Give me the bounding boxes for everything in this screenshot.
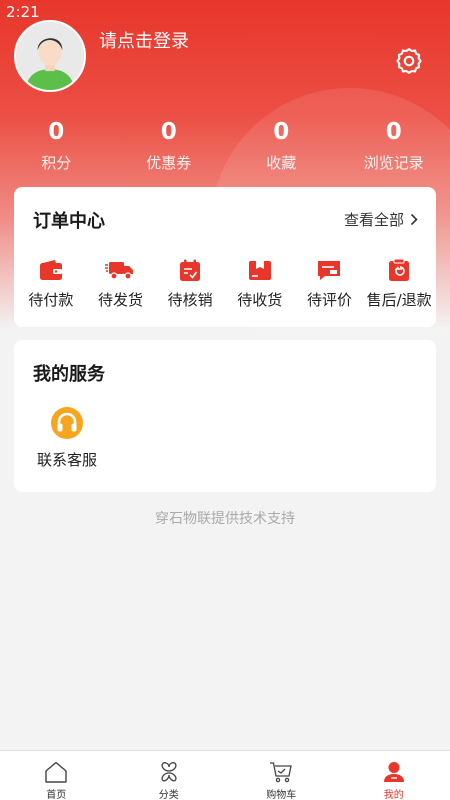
category-icon <box>113 760 226 784</box>
view-all-orders-link[interactable]: 查看全部 <box>344 209 418 230</box>
my-services-title: 我的服务 <box>33 364 105 385</box>
order-item-pending-receipt[interactable]: 待收货 <box>226 257 294 310</box>
service-item-customer-support[interactable]: 联系客服 <box>34 406 100 470</box>
stat-label: 积分 <box>41 154 72 172</box>
calendar-check-icon <box>156 257 224 283</box>
stat-points[interactable]: 0 积分 <box>0 116 113 173</box>
order-item-pending-shipment[interactable]: 待发货 <box>86 257 154 310</box>
order-item-pending-payment[interactable]: 待付款 <box>17 257 85 310</box>
tab-mine[interactable]: 我的 <box>338 751 450 800</box>
stat-value: 0 <box>160 119 177 145</box>
tab-label: 首页 <box>46 790 67 800</box>
tab-label: 购物车 <box>266 790 297 800</box>
stat-coupons[interactable]: 0 优惠券 <box>113 116 226 173</box>
tab-cart[interactable]: 购物车 <box>225 751 338 800</box>
service-item-label: 联系客服 <box>36 451 97 469</box>
headset-icon <box>34 406 100 442</box>
avatar-image <box>16 22 84 90</box>
wallet-icon <box>17 257 85 283</box>
bottom-tab-bar: 首页 分类 购物车 我的 <box>0 750 450 800</box>
comment-icon <box>295 257 363 283</box>
tab-label: 我的 <box>383 790 404 800</box>
stat-label: 浏览记录 <box>363 154 424 172</box>
order-item-label: 待评价 <box>306 291 352 309</box>
stats-row: 0 积分 0 优惠券 0 收藏 0 浏览记录 <box>0 116 450 173</box>
login-prompt[interactable]: 请点击登录 <box>99 27 189 53</box>
refund-icon <box>365 257 433 283</box>
order-center-title: 订单中心 <box>33 211 105 232</box>
stat-label: 优惠券 <box>146 154 192 172</box>
truck-icon <box>86 257 154 283</box>
order-item-label: 待收货 <box>237 291 283 309</box>
order-item-pending-verification[interactable]: 待核销 <box>156 257 224 310</box>
status-bar-time: 2:21 <box>6 3 40 21</box>
order-item-label: 待发货 <box>97 291 143 309</box>
tab-home[interactable]: 首页 <box>0 751 113 800</box>
order-status-row: 待付款 待发货 待核销 待收货 待评价 售后/退款 <box>14 257 436 310</box>
stat-value: 0 <box>273 119 290 145</box>
stat-history[interactable]: 0 浏览记录 <box>338 116 450 173</box>
tech-support-note: 穿石物联提供技术支持 <box>155 511 295 527</box>
stat-value: 0 <box>48 119 65 145</box>
stat-favorites[interactable]: 0 收藏 <box>225 116 338 173</box>
order-item-label: 售后/退款 <box>366 291 432 309</box>
tab-category[interactable]: 分类 <box>113 751 226 800</box>
order-item-after-sales[interactable]: 售后/退款 <box>365 257 433 310</box>
avatar[interactable] <box>14 20 86 92</box>
order-item-label: 待付款 <box>28 291 74 309</box>
view-all-label: 查看全部 <box>343 211 404 229</box>
chevron-right-icon <box>410 213 418 226</box>
order-item-label: 待核销 <box>167 291 213 309</box>
stat-value: 0 <box>385 119 402 145</box>
stat-label: 收藏 <box>266 154 297 172</box>
tab-label: 分类 <box>158 790 179 800</box>
order-center-card: 订单中心 查看全部 待付款 待发货 待核销 待收货 待评价 售后/退款 <box>14 187 436 327</box>
cart-icon <box>225 760 338 784</box>
my-services-card: 我的服务 联系客服 <box>14 340 436 492</box>
order-item-pending-review[interactable]: 待评价 <box>295 257 363 310</box>
home-icon <box>0 760 113 784</box>
user-icon <box>338 760 450 784</box>
settings-gear-icon[interactable] <box>394 46 424 76</box>
box-icon <box>226 257 294 283</box>
